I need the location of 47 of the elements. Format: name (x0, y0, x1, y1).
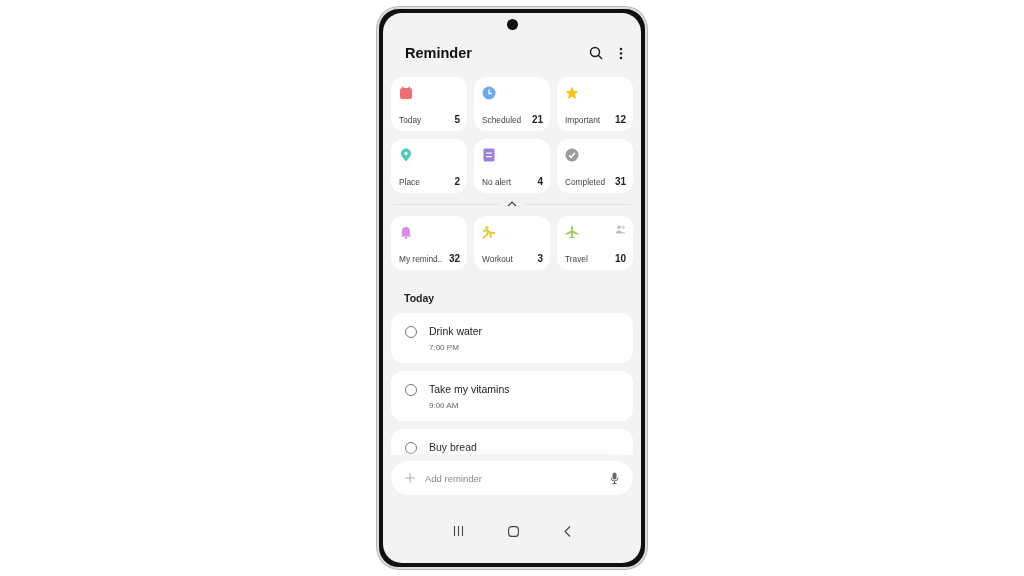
category-count: 31 (614, 176, 626, 187)
category-card[interactable]: Today 5 (391, 77, 467, 131)
list-label: Workout (482, 254, 513, 264)
category-label: Completed (565, 177, 606, 187)
app-title: Reminder (405, 45, 472, 61)
category-label: Today (399, 115, 422, 125)
category-count: 12 (614, 114, 626, 125)
reminder-item[interactable]: Take my vitamins 9:00 AM (391, 371, 633, 421)
back-icon[interactable] (563, 525, 571, 537)
category-label: Place (399, 177, 420, 187)
search-icon[interactable] (589, 46, 603, 60)
list-label: My remind.. (399, 254, 443, 264)
category-label: Scheduled (482, 115, 522, 125)
category-card[interactable]: Completed 31 (557, 139, 633, 193)
reminder-time: 9:00 AM (429, 401, 460, 410)
list-count: 3 (537, 253, 543, 264)
microphone-icon[interactable] (610, 472, 619, 484)
category-label: Important (565, 115, 601, 125)
home-icon[interactable] (508, 525, 520, 537)
category-card[interactable]: Scheduled 21 (474, 77, 550, 131)
section-heading: Today (403, 291, 436, 306)
chevron-up-icon[interactable] (507, 201, 517, 207)
reminder-item[interactable]: Buy bread (391, 429, 633, 455)
more-options-icon[interactable] (619, 46, 623, 60)
recent-apps-icon[interactable] (453, 526, 465, 536)
add-reminder-field[interactable]: Add reminder (425, 472, 600, 484)
list-card[interactable]: Travel 10 (557, 216, 633, 270)
reminder-title: Buy bread (429, 441, 477, 453)
category-card[interactable]: Important 12 (557, 77, 633, 131)
category-card[interactable]: No alert 4 (474, 139, 550, 193)
category-count: 5 (454, 114, 460, 125)
list-card[interactable]: My remind.. 32 (391, 216, 467, 270)
reminder-item[interactable]: Drink water 7:00 PM (391, 313, 633, 363)
plus-icon (405, 473, 415, 483)
reminder-time: 7:00 PM (429, 343, 460, 352)
list-count: 32 (448, 253, 460, 264)
camera-hole (506, 19, 518, 30)
category-count: 2 (454, 176, 460, 187)
category-label: No alert (482, 177, 512, 187)
category-count: 21 (531, 114, 543, 125)
list-count: 10 (614, 253, 626, 264)
list-card[interactable]: Workout 3 (474, 216, 550, 270)
list-label: Travel (565, 254, 588, 264)
category-card[interactable]: Place 2 (391, 139, 467, 193)
reminder-title: Drink water (429, 325, 483, 337)
category-count: 4 (537, 176, 543, 187)
reminder-title: Take my vitamins (429, 383, 510, 395)
